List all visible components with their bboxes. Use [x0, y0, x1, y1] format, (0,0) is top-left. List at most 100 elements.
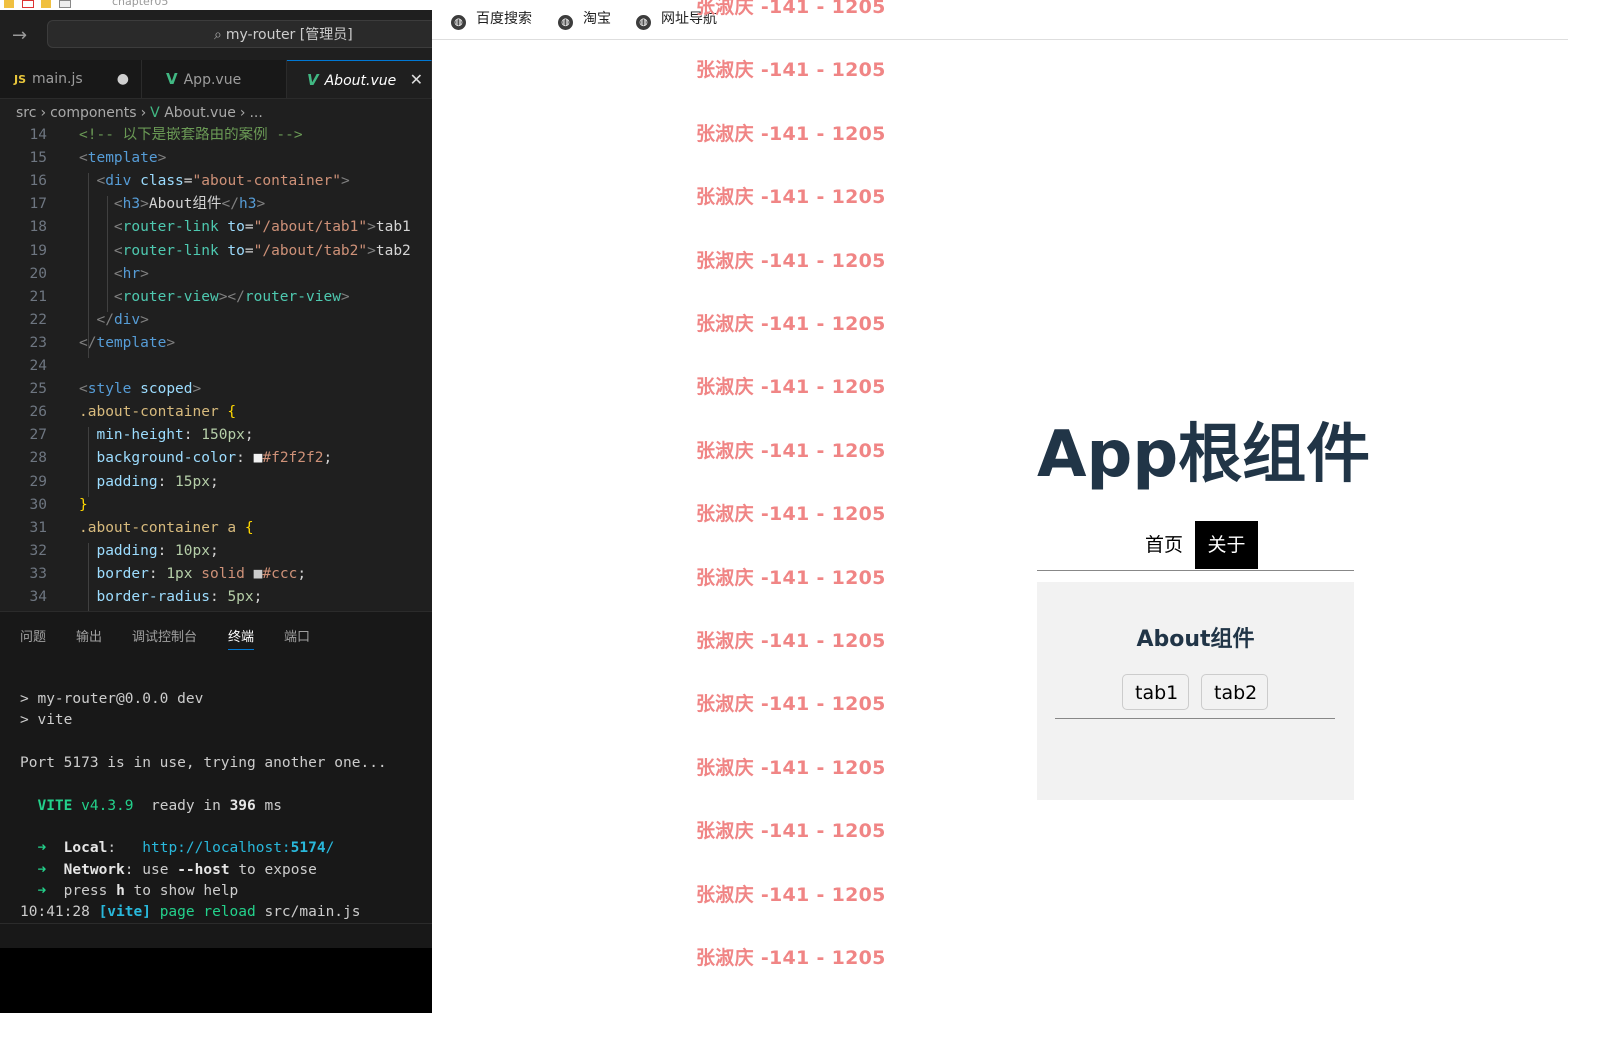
code-text: </div> — [96, 311, 149, 328]
terminal[interactable]: > my-router@0.0.0 dev > vite Port 5173 i… — [0, 655, 432, 923]
tab-label: App.vue — [183, 72, 242, 88]
panel-tab-bar: 问题 输出 调试控制台 终端 端口 — [0, 611, 432, 656]
line-number: 23 — [29, 334, 47, 351]
line-number: 16 — [29, 173, 47, 190]
code-text: .about-container { — [79, 404, 237, 421]
network-flag: --host — [177, 862, 230, 878]
tab-problems[interactable]: 问题 — [20, 626, 46, 645]
terminal-line: Port 5173 is in use, trying another one.… — [20, 755, 387, 771]
breadcrumb-item[interactable]: ... — [249, 105, 262, 121]
local-url-end: / — [325, 840, 335, 856]
app-title: App根组件 — [1037, 418, 1371, 492]
globe-icon: ◍ — [558, 15, 573, 30]
log-message: page reload — [159, 904, 256, 920]
watermark-text: 张淑庆 -141 - 1205 — [696, 249, 886, 272]
indent-guide — [88, 542, 89, 611]
network-text: use — [142, 862, 169, 878]
indent-guide — [88, 173, 89, 358]
code-line: 34 border-radius: 5px; — [0, 586, 263, 609]
watermark-text: 张淑庆 -141 - 1205 — [696, 503, 886, 526]
forward-arrow-icon[interactable]: → — [12, 25, 27, 46]
tab1-link[interactable]: tab1 — [1122, 674, 1189, 710]
terminal-line: VITE v4.3.9 ready in 396 ms — [20, 795, 282, 817]
bookmark-baidu[interactable]: ◍ 百度搜索 — [451, 8, 532, 30]
blank-area — [0, 948, 432, 1013]
line-number: 27 — [29, 427, 47, 444]
watermark-text: 张淑庆 -141 - 1205 — [696, 439, 886, 462]
arrow-icon: ➜ — [37, 862, 47, 878]
search-icon: ⌕ — [214, 27, 222, 43]
watermark-text: 张淑庆 -141 - 1205 — [696, 313, 886, 335]
line-number: 14 — [29, 127, 47, 143]
breadcrumb-item[interactable]: About.vue — [164, 105, 236, 121]
code-text: <router-view></router-view> — [113, 288, 350, 305]
code-text: padding: 15px; — [96, 473, 219, 490]
tab-debug-console[interactable]: 调试控制台 — [132, 626, 197, 645]
line-number: 26 — [29, 404, 47, 421]
tab-output[interactable]: 输出 — [76, 626, 102, 645]
bookmark-label: 淘宝 — [583, 11, 611, 27]
tab-ports[interactable]: 端口 — [284, 626, 310, 645]
bookmark-label: 网址导航 — [661, 11, 717, 27]
code-text: border: 1px solid ■#ccc; — [96, 565, 307, 582]
terminal-line: > my-router@0.0.0 dev — [20, 691, 204, 707]
log-time: 10:41:28 — [20, 904, 90, 920]
breadcrumb: src › components › V About.vue ›... — [0, 99, 432, 127]
code-text: min-height: 150px; — [96, 427, 254, 444]
command-center-search[interactable]: ⌕ my-router [管理员] — [47, 20, 432, 48]
code-text: padding: 10px; — [96, 542, 219, 559]
code-line: 31 .about-container a { — [0, 517, 254, 540]
terminal-line: ➜ Local: http://localhost:5174/ — [37, 840, 335, 856]
unsaved-dot-icon[interactable]: ● — [117, 60, 129, 98]
code-line: 22 </div> — [0, 309, 149, 332]
command-center-label: my-router [管理员] — [225, 27, 353, 43]
browser-window: ◍ 百度搜索 ◍ 淘宝 ◍ 网址导航 App根组件 首页 关于 About组件 tab… — [432, 0, 1568, 1013]
indent-guide — [88, 427, 89, 497]
vite-version: v4.3.9 — [81, 798, 134, 814]
code-line: 29 padding: 15px; — [0, 471, 219, 494]
tab-terminal[interactable]: 终端 — [228, 626, 255, 650]
local-url[interactable]: http://localhost:5174/ — [142, 840, 334, 856]
log-tag: [vite] — [98, 904, 151, 920]
watermark-text: 张淑庆 -141 - 1205 — [696, 756, 886, 779]
watermark-text: 张淑庆 -141 - 1205 — [696, 947, 886, 969]
code-line: 32 padding: 10px; — [0, 540, 219, 563]
breadcrumb-item[interactable]: components — [50, 105, 137, 121]
line-number: 29 — [29, 473, 47, 490]
local-label: Local — [63, 840, 108, 856]
code-line: 20 <hr> — [0, 263, 149, 286]
help-text: press — [63, 883, 108, 899]
watermark-text: 张淑庆 -141 - 1205 — [696, 693, 886, 716]
line-number: 22 — [29, 311, 47, 328]
tab-main-js[interactable]: JS main.js ● — [0, 60, 142, 98]
line-number: 18 — [29, 219, 47, 236]
watermark-text: 张淑庆 -141 - 1205 — [696, 186, 886, 209]
code-line: 17 <h3>About组件</h3> — [0, 193, 266, 216]
code-line: 25 <style scoped> — [0, 378, 202, 401]
nav-link-home[interactable]: 首页 — [1133, 521, 1195, 569]
vue-file-icon: V — [150, 105, 160, 121]
bookmark-nav[interactable]: ◍ 网址导航 — [636, 8, 717, 30]
watermark-text: 张淑庆 -141 - 1205 — [696, 820, 886, 843]
line-number: 31 — [29, 519, 47, 536]
tab2-link[interactable]: tab2 — [1201, 674, 1268, 710]
code-line: 14 <!-- 以下是嵌套路由的案例 --> — [0, 127, 303, 147]
watermark-text: 张淑庆 -141 - 1205 — [696, 59, 886, 82]
network-label: Network — [63, 862, 125, 878]
code-text: <router-link to="/about/tab2">tab2 — [113, 242, 411, 259]
local-url-port: 5174 — [290, 840, 326, 856]
watermark-text: 张淑庆 -141 - 1205 — [696, 630, 886, 652]
tab-app-vue[interactable]: V App.vue — [142, 60, 287, 98]
bookmark-taobao[interactable]: ◍ 淘宝 — [558, 8, 611, 30]
chevron-right-icon: › — [239, 105, 246, 121]
code-line: 15 <template> — [0, 147, 167, 170]
dropdown-icon[interactable] — [58, 0, 71, 8]
network-text: to expose — [238, 862, 317, 878]
terminal-line: 10:41:28 [vite] page reload src/main.js — [20, 901, 361, 923]
nav-link-about[interactable]: 关于 — [1195, 521, 1258, 569]
breadcrumb-item[interactable]: src — [16, 105, 36, 121]
close-icon[interactable]: ✕ — [410, 61, 423, 99]
code-editor[interactable]: 14 <!-- 以下是嵌套路由的案例 --> 15 <template> 16 <div… — [0, 127, 432, 611]
ready-unit: ms — [264, 798, 282, 814]
tab-about-vue[interactable]: V About.vue ✕ — [287, 60, 432, 98]
